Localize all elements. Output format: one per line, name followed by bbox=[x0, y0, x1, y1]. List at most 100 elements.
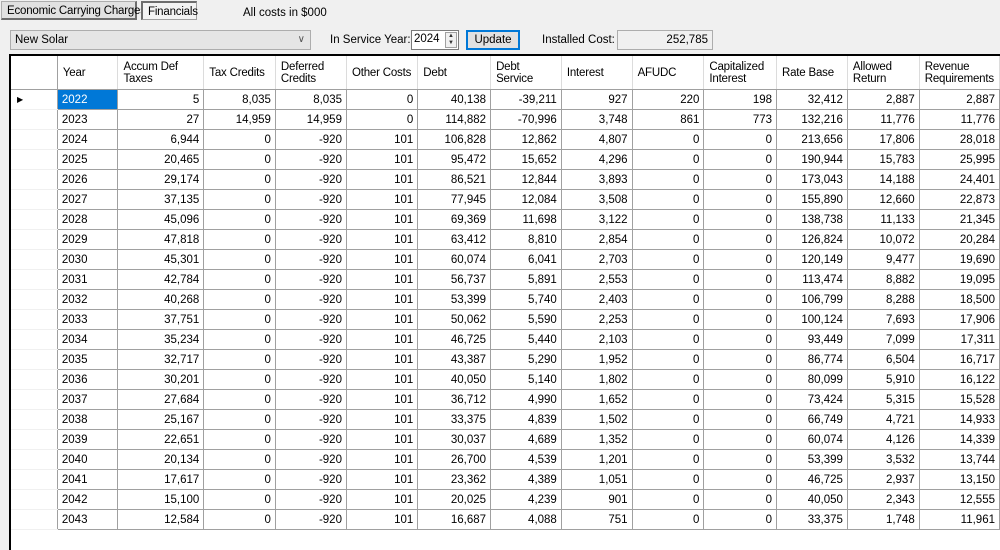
column-header-revenue-requirements[interactable]: Revenue Requirements bbox=[919, 56, 1000, 90]
resource-dropdown[interactable]: New Solar ∨ bbox=[10, 30, 311, 50]
grid-cell[interactable]: -920 bbox=[275, 349, 347, 370]
grid-cell[interactable]: 4,389 bbox=[490, 469, 562, 490]
year-cell[interactable]: 2031 bbox=[57, 269, 119, 290]
grid-cell[interactable]: 29,174 bbox=[117, 169, 205, 190]
grid-cell[interactable]: 17,311 bbox=[919, 329, 1000, 350]
grid-cell[interactable]: 0 bbox=[632, 249, 705, 270]
grid-cell[interactable]: 0 bbox=[632, 309, 705, 330]
grid-cell[interactable]: 14,339 bbox=[919, 429, 1000, 450]
grid-cell[interactable]: -920 bbox=[275, 509, 347, 530]
grid-cell[interactable]: 16,717 bbox=[919, 349, 1000, 370]
grid-cell[interactable]: -920 bbox=[275, 429, 347, 450]
grid-cell[interactable]: 15,100 bbox=[117, 489, 205, 510]
grid-cell[interactable]: 40,268 bbox=[117, 289, 205, 310]
grid-cell[interactable]: 47,818 bbox=[117, 229, 205, 250]
grid-cell[interactable]: 12,844 bbox=[490, 169, 562, 190]
year-cell[interactable]: 2023 bbox=[57, 109, 119, 130]
row-header[interactable] bbox=[11, 389, 58, 410]
table-row[interactable]: 2036 30,201 0 -920 101 40,050 5,140 1,802 0 0 80,0… bbox=[11, 369, 1000, 390]
grid-cell[interactable]: 101 bbox=[346, 509, 419, 530]
table-row[interactable]: 2026 29,174 0 -920 101 86,521 12,844 3,893 0 0 173… bbox=[11, 169, 1000, 190]
tab-financials[interactable]: Financials bbox=[141, 1, 198, 20]
year-cell[interactable]: 2042 bbox=[57, 489, 119, 510]
year-cell[interactable]: 2043 bbox=[57, 509, 119, 530]
grid-cell[interactable]: 190,944 bbox=[776, 149, 848, 170]
grid-cell[interactable]: 0 bbox=[632, 489, 705, 510]
grid-cell[interactable]: 24,401 bbox=[919, 169, 1000, 190]
grid-cell[interactable]: 40,138 bbox=[417, 89, 492, 110]
grid-cell[interactable]: 1,051 bbox=[561, 469, 633, 490]
grid-cell[interactable]: 14,959 bbox=[275, 109, 347, 130]
grid-cell[interactable]: 32,412 bbox=[776, 89, 848, 110]
row-header[interactable] bbox=[11, 369, 58, 390]
grid-cell[interactable]: 95,472 bbox=[417, 149, 492, 170]
grid-cell[interactable]: 100,124 bbox=[776, 309, 848, 330]
grid-cell[interactable]: 3,122 bbox=[561, 209, 633, 230]
grid-cell[interactable]: 1,802 bbox=[561, 369, 633, 390]
grid-cell[interactable]: 86,521 bbox=[417, 169, 492, 190]
grid-cell[interactable]: 101 bbox=[346, 489, 419, 510]
grid-cell[interactable]: 0 bbox=[203, 289, 276, 310]
grid-cell[interactable]: 0 bbox=[632, 289, 705, 310]
grid-cell[interactable]: 5,290 bbox=[490, 349, 562, 370]
grid-cell[interactable]: 2,343 bbox=[847, 489, 920, 510]
grid-cell[interactable]: 101 bbox=[346, 249, 419, 270]
grid-cell[interactable]: 113,474 bbox=[776, 269, 848, 290]
table-row[interactable]: 2035 32,717 0 -920 101 43,387 5,290 1,952 0 0 86,7… bbox=[11, 349, 1000, 370]
row-header[interactable] bbox=[11, 489, 58, 510]
table-row[interactable]: 2034 35,234 0 -920 101 46,725 5,440 2,103 0 0 93,4… bbox=[11, 329, 1000, 350]
grid-cell[interactable]: 3,532 bbox=[847, 449, 920, 470]
grid-cell[interactable]: 0 bbox=[703, 489, 777, 510]
grid-cell[interactable]: 1,652 bbox=[561, 389, 633, 410]
grid-cell[interactable]: 0 bbox=[703, 129, 777, 150]
grid-cell[interactable]: 114,882 bbox=[417, 109, 492, 130]
grid-cell[interactable]: 101 bbox=[346, 349, 419, 370]
grid-cell[interactable]: 12,584 bbox=[117, 509, 205, 530]
grid-cell[interactable]: 5,910 bbox=[847, 369, 920, 390]
grid-cell[interactable]: 60,074 bbox=[417, 249, 492, 270]
row-header[interactable] bbox=[11, 129, 58, 150]
grid-cell[interactable]: 2,887 bbox=[847, 89, 920, 110]
spin-up-icon[interactable]: ▲ bbox=[446, 33, 456, 40]
grid-cell[interactable]: 33,375 bbox=[417, 409, 492, 430]
grid-cell[interactable]: 0 bbox=[703, 229, 777, 250]
grid-cell[interactable]: 0 bbox=[203, 449, 276, 470]
grid-cell[interactable]: 46,725 bbox=[776, 469, 848, 490]
grid-cell[interactable]: 927 bbox=[561, 89, 633, 110]
year-cell[interactable]: 2030 bbox=[57, 249, 119, 270]
grid-cell[interactable]: 1,502 bbox=[561, 409, 633, 430]
grid-cell[interactable]: -920 bbox=[275, 369, 347, 390]
grid-cell[interactable]: 53,399 bbox=[417, 289, 492, 310]
grid-cell[interactable]: -920 bbox=[275, 249, 347, 270]
grid-cell[interactable]: 101 bbox=[346, 209, 419, 230]
row-header[interactable] bbox=[11, 249, 58, 270]
grid-cell[interactable]: 138,738 bbox=[776, 209, 848, 230]
grid-cell[interactable]: 6,041 bbox=[490, 249, 562, 270]
table-row[interactable]: 2038 25,167 0 -920 101 33,375 4,839 1,502 0 0 66,7… bbox=[11, 409, 1000, 430]
row-header[interactable] bbox=[11, 189, 58, 210]
grid-cell[interactable]: 93,449 bbox=[776, 329, 848, 350]
tab-economic-carrying-charges[interactable]: Economic Carrying Charges bbox=[1, 1, 146, 20]
grid-cell[interactable]: 86,774 bbox=[776, 349, 848, 370]
grid-cell[interactable]: 0 bbox=[632, 229, 705, 250]
grid-cell[interactable]: 0 bbox=[203, 229, 276, 250]
grid-cell[interactable]: 106,799 bbox=[776, 289, 848, 310]
grid-cell[interactable]: 0 bbox=[632, 189, 705, 210]
grid-cell[interactable]: 21,345 bbox=[919, 209, 1000, 230]
grid-cell[interactable]: 0 bbox=[203, 189, 276, 210]
grid-cell[interactable]: 13,744 bbox=[919, 449, 1000, 470]
grid-cell[interactable]: 0 bbox=[632, 169, 705, 190]
grid-cell[interactable]: 4,126 bbox=[847, 429, 920, 450]
grid-cell[interactable]: 1,748 bbox=[847, 509, 920, 530]
grid-cell[interactable]: 773 bbox=[703, 109, 777, 130]
grid-cell[interactable]: 46,725 bbox=[417, 329, 492, 350]
grid-cell[interactable]: 751 bbox=[561, 509, 633, 530]
grid-cell[interactable]: 33,375 bbox=[776, 509, 848, 530]
grid-cell[interactable]: 0 bbox=[703, 369, 777, 390]
grid-cell[interactable]: 11,961 bbox=[919, 509, 1000, 530]
grid-cell[interactable]: 3,748 bbox=[561, 109, 633, 130]
grid-cell[interactable]: 5,440 bbox=[490, 329, 562, 350]
grid-cell[interactable]: 4,721 bbox=[847, 409, 920, 430]
grid-cell[interactable]: 9,477 bbox=[847, 249, 920, 270]
in-service-year-value[interactable]: 2024 bbox=[414, 33, 440, 45]
